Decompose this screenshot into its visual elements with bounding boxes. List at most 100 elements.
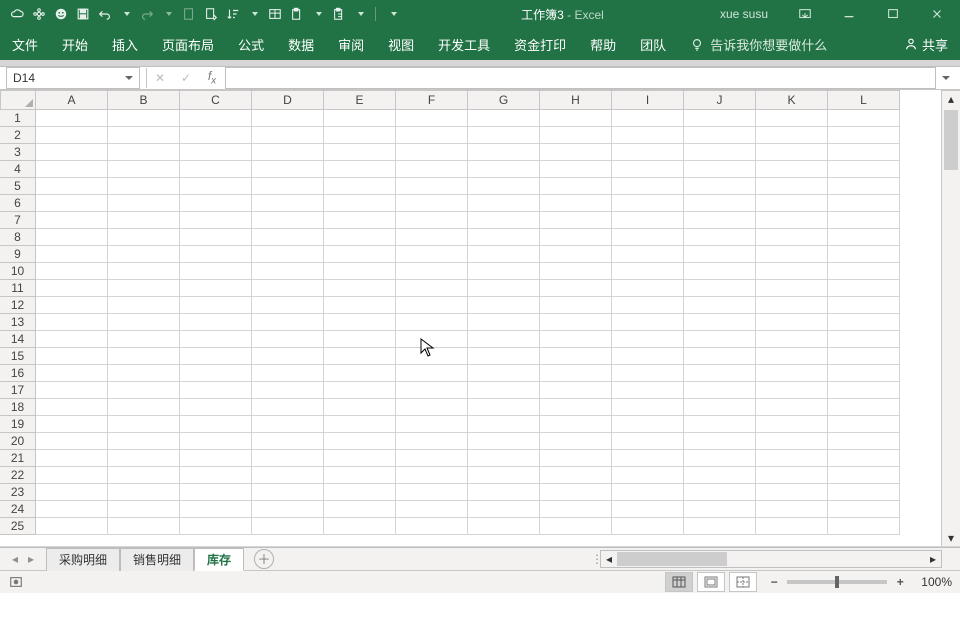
cell[interactable] [756,365,828,382]
qat-doc1-icon[interactable] [180,5,198,23]
cell[interactable] [180,280,252,297]
maximize-icon[interactable] [876,5,910,23]
cell[interactable] [252,416,324,433]
cell[interactable] [756,382,828,399]
cell[interactable] [108,212,180,229]
cell[interactable] [828,178,900,195]
cell[interactable] [396,365,468,382]
column-header-K[interactable]: K [756,90,828,110]
cell[interactable] [684,280,756,297]
zoom-in-button[interactable]: + [893,575,907,589]
cell[interactable] [108,382,180,399]
cell[interactable] [756,331,828,348]
cell[interactable] [612,280,684,297]
scroll-left-icon[interactable]: ◂ [601,552,617,566]
cell[interactable] [108,297,180,314]
cell[interactable] [468,348,540,365]
row-header-23[interactable]: 23 [0,484,36,501]
cell[interactable] [540,110,612,127]
cell[interactable] [252,348,324,365]
cell[interactable] [252,212,324,229]
row-header-13[interactable]: 13 [0,314,36,331]
cell[interactable] [396,212,468,229]
cell[interactable] [540,246,612,263]
column-header-B[interactable]: B [108,90,180,110]
cell[interactable] [396,433,468,450]
cell[interactable] [324,212,396,229]
cell[interactable] [180,484,252,501]
cell[interactable] [828,127,900,144]
cell[interactable] [468,433,540,450]
cell[interactable] [396,297,468,314]
cell[interactable] [252,382,324,399]
cell[interactable] [324,195,396,212]
cell[interactable] [756,467,828,484]
cell[interactable] [36,501,108,518]
cell[interactable] [324,365,396,382]
tab-home[interactable]: 开始 [62,35,88,54]
cell[interactable] [684,501,756,518]
cell[interactable] [252,263,324,280]
cell[interactable] [828,314,900,331]
cell[interactable] [36,433,108,450]
cell[interactable] [36,382,108,399]
cell[interactable] [828,365,900,382]
cell[interactable] [36,467,108,484]
cell[interactable] [540,450,612,467]
cell[interactable] [468,246,540,263]
paste-dropdown-icon[interactable] [316,12,322,16]
cell[interactable] [612,246,684,263]
cell[interactable] [468,178,540,195]
row-header-5[interactable]: 5 [0,178,36,195]
column-header-J[interactable]: J [684,90,756,110]
cell[interactable] [612,331,684,348]
cell[interactable] [36,161,108,178]
cell[interactable] [36,127,108,144]
scroll-down-icon[interactable]: ▾ [942,530,960,546]
paste2-dropdown-icon[interactable] [358,12,364,16]
row-header-4[interactable]: 4 [0,161,36,178]
cell[interactable] [540,467,612,484]
cell[interactable] [252,246,324,263]
cell[interactable] [612,467,684,484]
cell[interactable] [252,518,324,535]
cell[interactable] [684,365,756,382]
cell[interactable] [252,195,324,212]
cell[interactable] [108,467,180,484]
cell[interactable] [684,433,756,450]
cell[interactable] [684,161,756,178]
cell[interactable] [468,382,540,399]
column-header-A[interactable]: A [36,90,108,110]
tab-custom1[interactable]: 资金打印 [514,35,566,54]
cell[interactable] [468,467,540,484]
cell[interactable] [540,212,612,229]
cell[interactable] [756,484,828,501]
cell[interactable] [540,416,612,433]
cell[interactable] [540,229,612,246]
cell[interactable] [324,433,396,450]
cell[interactable] [36,144,108,161]
cell[interactable] [396,280,468,297]
cell[interactable] [612,382,684,399]
cell[interactable] [180,501,252,518]
cell[interactable] [396,484,468,501]
tab-formulas[interactable]: 公式 [238,35,264,54]
cell[interactable] [684,314,756,331]
cell[interactable] [324,314,396,331]
cell[interactable] [324,399,396,416]
cell[interactable] [540,297,612,314]
tab-file[interactable]: 文件 [12,35,38,54]
cell[interactable] [180,365,252,382]
cell[interactable] [756,246,828,263]
cell[interactable] [108,280,180,297]
formula-enter-icon[interactable]: ✓ [173,71,199,85]
view-page-break-icon[interactable] [729,572,757,592]
cell[interactable] [828,399,900,416]
cell[interactable] [684,467,756,484]
cell[interactable] [324,110,396,127]
cell[interactable] [468,416,540,433]
formula-input[interactable] [225,67,936,89]
cell[interactable] [36,280,108,297]
cell[interactable] [324,144,396,161]
row-header-15[interactable]: 15 [0,348,36,365]
